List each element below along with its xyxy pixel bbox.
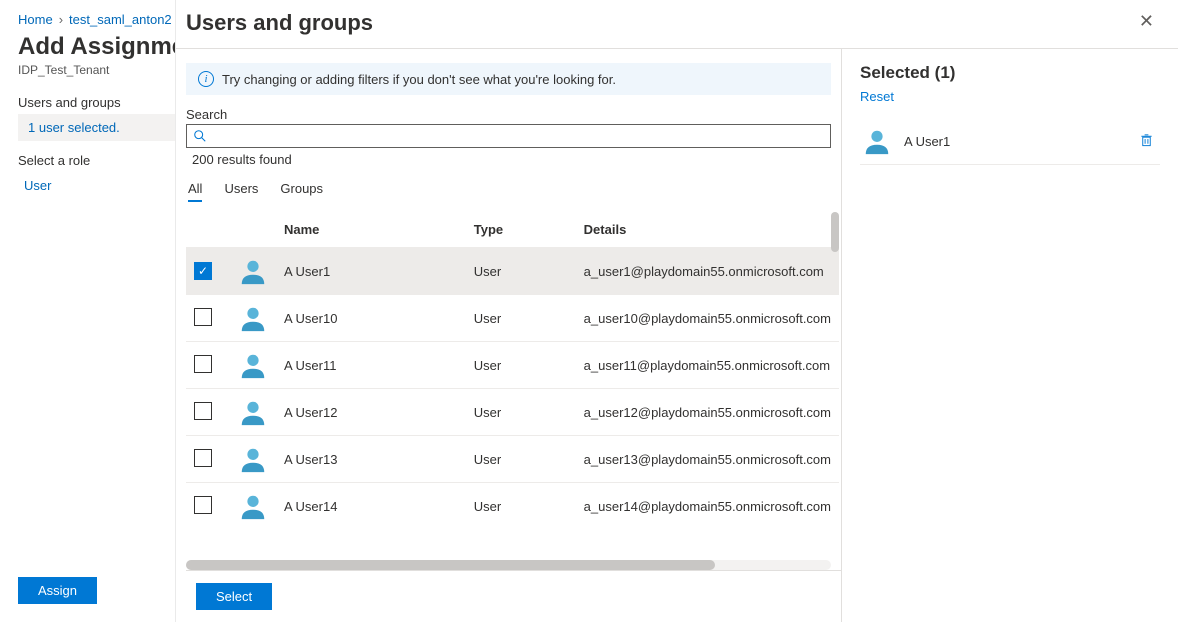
- user-avatar-icon: [238, 350, 268, 380]
- row-name: A User11: [276, 342, 466, 389]
- search-label: Search: [186, 107, 831, 122]
- search-input[interactable]: [207, 129, 824, 144]
- close-icon: ✕: [1139, 11, 1154, 31]
- row-details: a_user1@playdomain55.onmicrosoft.com: [576, 248, 839, 295]
- search-icon: [193, 129, 207, 143]
- user-avatar-icon: [862, 126, 892, 156]
- row-checkbox[interactable]: [194, 308, 212, 326]
- col-details[interactable]: Details: [576, 212, 839, 248]
- users-groups-panel: Users and groups ✕ i Try changing or add…: [175, 0, 1178, 622]
- row-details: a_user14@playdomain55.onmicrosoft.com: [576, 483, 839, 530]
- table-row[interactable]: A User14 User a_user14@playdomain55.onmi…: [186, 483, 839, 530]
- vertical-scrollbar[interactable]: [831, 212, 839, 252]
- row-type: User: [466, 295, 576, 342]
- row-type: User: [466, 389, 576, 436]
- user-avatar-icon: [238, 303, 268, 333]
- selected-title: Selected (1): [860, 63, 1160, 83]
- search-box[interactable]: [186, 124, 831, 148]
- horizontal-scrollbar-thumb[interactable]: [186, 560, 715, 570]
- col-type[interactable]: Type: [466, 212, 576, 248]
- select-button[interactable]: Select: [196, 583, 272, 610]
- tab-users[interactable]: Users: [224, 177, 258, 202]
- tab-groups[interactable]: Groups: [280, 177, 323, 202]
- row-type: User: [466, 342, 576, 389]
- tab-all[interactable]: All: [188, 177, 202, 202]
- results-count: 200 results found: [192, 152, 831, 167]
- user-avatar-icon: [238, 256, 268, 286]
- row-name: A User13: [276, 436, 466, 483]
- row-name: A User1: [276, 248, 466, 295]
- reset-link[interactable]: Reset: [860, 89, 894, 104]
- remove-selected-button[interactable]: [1135, 128, 1158, 155]
- results-table: Name Type Details A User1 User a_user1@p…: [186, 212, 839, 529]
- table-row[interactable]: A User12 User a_user12@playdomain55.onmi…: [186, 389, 839, 436]
- panel-title: Users and groups: [186, 10, 373, 36]
- table-row[interactable]: A User1 User a_user1@playdomain55.onmicr…: [186, 248, 839, 295]
- table-row[interactable]: A User13 User a_user13@playdomain55.onmi…: [186, 436, 839, 483]
- breadcrumb-home[interactable]: Home: [18, 12, 53, 27]
- info-message: i Try changing or adding filters if you …: [186, 63, 831, 95]
- results-table-wrap: Name Type Details A User1 User a_user1@p…: [186, 212, 839, 556]
- row-type: User: [466, 248, 576, 295]
- row-details: a_user11@playdomain55.onmicrosoft.com: [576, 342, 839, 389]
- tabs: All Users Groups: [186, 177, 841, 202]
- row-name: A User12: [276, 389, 466, 436]
- row-name: A User14: [276, 483, 466, 530]
- horizontal-scrollbar-track[interactable]: [186, 560, 831, 570]
- trash-icon: [1139, 132, 1154, 148]
- info-text: Try changing or adding filters if you do…: [222, 72, 616, 87]
- row-details: a_user13@playdomain55.onmicrosoft.com: [576, 436, 839, 483]
- row-checkbox[interactable]: [194, 402, 212, 420]
- assign-button[interactable]: Assign: [18, 577, 97, 604]
- row-details: a_user10@playdomain55.onmicrosoft.com: [576, 295, 839, 342]
- breadcrumb-sep: ›: [59, 12, 63, 27]
- selected-item-name: A User1: [904, 134, 950, 149]
- row-name: A User10: [276, 295, 466, 342]
- info-icon: i: [198, 71, 214, 87]
- table-row[interactable]: A User10 User a_user10@playdomain55.onmi…: [186, 295, 839, 342]
- user-avatar-icon: [238, 491, 268, 521]
- close-button[interactable]: ✕: [1133, 10, 1160, 32]
- user-avatar-icon: [238, 397, 268, 427]
- table-row[interactable]: A User11 User a_user11@playdomain55.onmi…: [186, 342, 839, 389]
- row-checkbox[interactable]: [194, 496, 212, 514]
- row-details: a_user12@playdomain55.onmicrosoft.com: [576, 389, 839, 436]
- col-name[interactable]: Name: [276, 212, 466, 248]
- row-checkbox[interactable]: [194, 449, 212, 467]
- user-avatar-icon: [238, 444, 268, 474]
- row-type: User: [466, 483, 576, 530]
- row-checkbox[interactable]: [194, 355, 212, 373]
- row-checkbox[interactable]: [194, 262, 212, 280]
- breadcrumb-app[interactable]: test_saml_anton2: [69, 12, 172, 27]
- users-groups-selection[interactable]: 1 user selected.: [18, 114, 178, 141]
- selected-item: A User1: [860, 118, 1160, 165]
- row-type: User: [466, 436, 576, 483]
